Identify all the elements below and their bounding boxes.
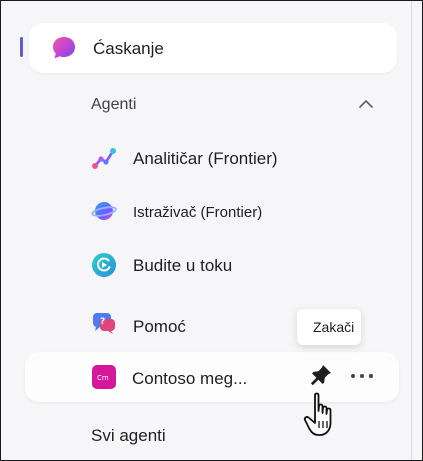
pin-tooltip-text: Zakači [313, 319, 355, 335]
chevron-up-icon[interactable] [357, 95, 375, 113]
contoso-icon-text: Cm [97, 374, 109, 382]
agent-item-label: Contoso meg... [132, 369, 248, 388]
agent-item-analyst[interactable]: Analitičar (Frontier) [91, 141, 391, 177]
nav-item-chat[interactable]: Ćaskanje [29, 23, 397, 73]
agent-item-stay-informed[interactable]: Budite u toku [91, 248, 391, 284]
chat-bubble-icon [53, 37, 75, 59]
agent-item-label: Pomoć [133, 317, 186, 336]
agent-item-label: Analitičar (Frontier) [133, 149, 278, 168]
stay-informed-icon [92, 253, 116, 277]
nav-item-chat-label: Ćaskanje [93, 39, 164, 58]
pin-tooltip: Zakači [297, 309, 361, 345]
help-icon: ? [93, 313, 115, 334]
more-options-icon[interactable] [349, 367, 375, 385]
agent-item-contoso[interactable]: Cm Contoso meg... [25, 352, 399, 402]
sidebar-divider [411, 1, 412, 460]
contoso-icon: Cm [92, 365, 116, 389]
agent-item-label: Istraživač (Frontier) [133, 204, 263, 221]
svg-text:?: ? [100, 317, 105, 327]
hand-cursor-icon [303, 392, 332, 436]
agent-item-researcher[interactable]: Istraživač (Frontier) [91, 194, 391, 230]
pin-icon[interactable] [309, 363, 333, 387]
all-agents-link[interactable]: Svi agenti [91, 426, 166, 446]
agent-item-label: Budite u toku [133, 256, 233, 275]
agents-section-label: Agenti [91, 96, 137, 113]
active-indicator [20, 37, 23, 57]
researcher-icon [91, 202, 117, 220]
sidebar-panel: Ćaskanje Agenti Analitičar (Frontier) Is… [0, 0, 423, 461]
analyst-icon [92, 148, 116, 169]
agents-section-header[interactable]: Agenti [91, 95, 381, 117]
